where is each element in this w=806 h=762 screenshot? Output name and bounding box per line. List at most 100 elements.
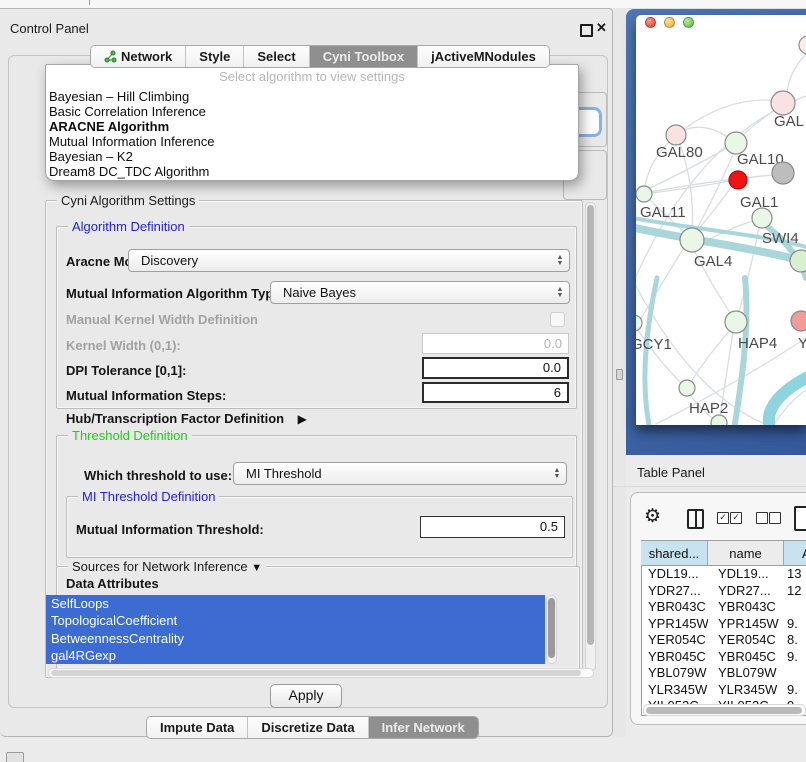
panel-title: Control Panel [10,21,89,36]
network-node[interactable] [772,162,794,184]
stepper-arrows-icon: ▲▼ [551,463,563,484]
dpi-tolerance-label: DPI Tolerance [0,1]: [66,363,186,378]
network-node[interactable] [771,91,795,115]
manual-kernel-checkbox[interactable] [550,312,565,327]
table-cell: YDR27... [641,583,708,600]
mi-steps-label: Mutual Information Steps: [66,388,226,403]
list-item[interactable]: TopologicalCoefficient [46,612,545,629]
network-edge [640,249,683,320]
table-cell: YPR145W [641,616,708,633]
mi-algorithm-type-combo[interactable]: Naive Bayes ▲▼ [270,281,570,304]
network-graph[interactable]: GALGAL80GAL10GAL1GAL11GAL4SWI4GCY1HAP4YH… [636,15,806,425]
tab-discretize-data[interactable]: Discretize Data [247,717,367,738]
network-node[interactable] [636,186,652,202]
mi-threshold-label: Mutual Information Threshold: [76,522,264,537]
data-attributes-label: Data Attributes [66,576,159,591]
network-node-label: SWI4 [762,230,799,247]
tab-network[interactable]: Network [91,46,185,67]
network-edge [644,181,730,194]
sources-title[interactable]: Sources for Network Inference ▼ [68,560,266,575]
table-row[interactable]: YDL19...YDL19...13 [641,566,806,583]
network-node[interactable] [711,415,727,425]
column-split-icon[interactable] [687,509,704,529]
which-threshold-combo[interactable]: MI Threshold ▲▼ [233,462,567,485]
column-header-name[interactable]: name [708,540,784,566]
hub-factor-expander[interactable]: Hub/Transcription Factor Definition ▶ [66,410,307,428]
column-header-partial[interactable]: A [784,540,806,566]
gear-icon[interactable]: ⚙ [644,506,661,528]
combo-value: Naive Bayes [283,282,356,303]
settings-vertical-scrollbar[interactable] [585,202,596,671]
network-node[interactable] [791,311,806,331]
tab-label: Infer Network [382,720,465,735]
network-edge-thick [769,378,806,425]
list-item[interactable]: SelfLoops [46,595,545,612]
panel-tabbar: Network Style Select Cyni Toolbox jActiv… [90,45,550,68]
tab-label: Impute Data [160,720,234,735]
mi-threshold-field[interactable]: 0.5 [420,516,565,538]
apply-button[interactable]: Apply [270,684,342,708]
splitter-handle[interactable] [616,369,623,380]
network-node[interactable] [666,125,686,145]
network-node[interactable] [725,311,747,333]
aracne-mode-combo[interactable]: Discovery ▲▼ [128,249,570,272]
table-row[interactable]: YBR045CYBR045C9. [641,649,806,666]
network-node-label: GAL1 [740,194,778,211]
table-cell: 9. [783,616,806,633]
table-row[interactable]: YDR27...YDR27...12 [641,583,806,600]
dropdown-option[interactable]: Mutual Information Inference [49,134,569,149]
tab-style[interactable]: Style [185,46,243,67]
network-edge [650,175,773,192]
kernel-width-label: Kernel Width (0,1): [66,338,181,353]
mi-steps-field[interactable]: 6 [422,382,569,403]
tab-cyni-toolbox[interactable]: Cyni Toolbox [309,46,417,67]
table-cell: 9. [783,682,806,699]
kernel-width-field[interactable]: 0.0 [422,333,569,354]
dropdown-option[interactable]: Dream8 DC_TDC Algorithm [49,164,569,179]
hub-factor-label: Hub/Transcription Factor Definition [66,411,284,426]
dropdown-option[interactable]: Bayesian – K2 [49,149,569,164]
tab-select[interactable]: Select [243,46,308,67]
network-node[interactable] [729,171,747,189]
tab-jactivemnodules[interactable]: jActiveMNodules [417,46,549,67]
table-row[interactable]: YBR043CYBR043C [641,599,806,616]
dropdown-option[interactable]: Basic Correlation Inference [49,104,569,119]
table-row[interactable]: YPR145WYPR145W9. [641,616,806,633]
checked-checkbox-icon[interactable]: ✓ [717,512,729,524]
network-node[interactable] [680,228,704,252]
table-horizontal-scrollbar[interactable] [643,704,806,716]
tab-infer-network[interactable]: Infer Network [368,717,478,738]
corner-button[interactable] [6,752,24,762]
checked-checkbox-icon[interactable]: ✓ [730,512,742,524]
settings-horizontal-scrollbar[interactable] [48,668,594,678]
table-row[interactable]: YBL079WYBL079W [641,665,806,682]
tab-label: Select [257,49,295,64]
dpi-tolerance-field[interactable]: 0.0 [422,357,569,379]
dropdown-option-highlighted[interactable]: ARACNE Algorithm [49,119,569,134]
top-tick [89,0,90,5]
close-icon[interactable]: ✕ [596,20,607,36]
table-header: shared... name A [641,540,806,566]
document-icon[interactable] [794,506,806,531]
unchecked-checkbox-icon[interactable] [769,512,781,524]
attributes-scrollbar[interactable] [546,595,557,664]
network-node[interactable] [799,36,806,54]
column-header-shared-name[interactable]: shared... [641,540,708,566]
float-window-icon[interactable] [580,24,593,37]
list-item[interactable]: gal4RGexp [46,647,545,664]
table-row[interactable]: YLR345WYLR345W9. [641,682,806,699]
list-item[interactable]: BetweennessCentrality [46,630,545,647]
network-node[interactable] [679,380,695,396]
dropdown-option[interactable]: Bayesian – Hill Climbing [49,89,569,104]
tab-impute-data[interactable]: Impute Data [147,717,247,738]
group-title: Cyni Algorithm Settings [57,194,199,207]
network-canvas-window[interactable]: GALGAL80GAL10GAL1GAL11GAL4SWI4GCY1HAP4YH… [636,15,806,425]
collapse-down-arrow-icon: ▼ [251,562,262,574]
network-node-label: Y [798,335,806,352]
table-cell: YDL19... [641,566,708,583]
unchecked-checkbox-icon[interactable] [756,512,768,524]
network-node[interactable] [790,250,806,272]
table-cell: YBR043C [641,599,708,616]
network-node[interactable] [752,208,772,228]
table-row[interactable]: YER054CYER054C8. [641,632,806,649]
